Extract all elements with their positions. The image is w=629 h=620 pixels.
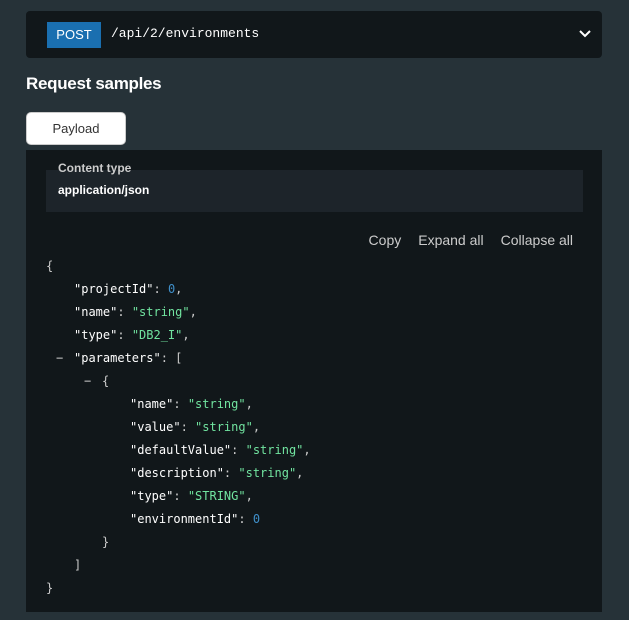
json-punctuation: : (117, 305, 132, 319)
json-punctuation: , (182, 328, 190, 342)
code-actions: Copy Expand all Collapse all (369, 232, 573, 248)
code-line: { (46, 255, 311, 278)
json-punctuation: , (245, 397, 253, 411)
collapse-toggle-icon[interactable]: − (84, 370, 91, 393)
json-key: "name" (74, 305, 118, 319)
tab-payload[interactable]: Payload (26, 112, 126, 145)
json-punctuation: , (189, 305, 197, 319)
code-line: } (46, 531, 311, 554)
collapse-toggle-icon[interactable]: − (56, 347, 63, 370)
endpoint-header[interactable]: POST /api/2/environments (26, 11, 602, 58)
expand-all-button[interactable]: Expand all (418, 232, 483, 248)
json-key: "value" (130, 420, 181, 434)
json-punctuation: : (180, 420, 196, 434)
json-key: "environmentId" (130, 512, 239, 526)
json-punctuation: , (303, 443, 311, 457)
code-line: "value": "string", (46, 416, 311, 439)
json-string-value: "string" (195, 420, 253, 434)
json-string-value: "string" (131, 305, 190, 319)
code-line: } (46, 577, 311, 600)
json-punctuation: { (102, 374, 110, 388)
code-line: "environmentId": 0 (46, 508, 311, 531)
code-line: "defaultValue": "string", (46, 439, 311, 462)
section-title: Request samples (26, 74, 162, 93)
content-type-value: application/json (58, 183, 150, 197)
json-punctuation: } (102, 535, 110, 549)
json-key: "type" (74, 328, 118, 342)
json-punctuation: : (231, 443, 246, 457)
collapse-all-button[interactable]: Collapse all (501, 232, 573, 248)
endpoint-path: /api/2/environments (111, 26, 260, 41)
json-punctuation: ] (74, 558, 82, 572)
code-line: "description": "string", (46, 462, 311, 485)
json-number-value: 0 (252, 512, 261, 526)
content-type-label: Content type (58, 161, 132, 175)
code-line: −{ (46, 370, 311, 393)
json-punctuation: , (245, 489, 253, 503)
json-punctuation: , (296, 466, 304, 480)
json-punctuation: : (238, 512, 253, 526)
code-line: "name": "string", (46, 301, 311, 324)
json-string-value: "string" (187, 397, 246, 411)
json-punctuation: , (175, 282, 183, 296)
chevron-down-icon[interactable] (578, 27, 592, 41)
json-punctuation: : (223, 466, 239, 480)
code-line: − "parameters": [ (46, 347, 311, 370)
http-method-badge: POST (47, 22, 101, 48)
sample-panel: Content type application/json Copy Expan… (26, 150, 602, 612)
json-key: "type" (130, 489, 174, 503)
json-punctuation: : (117, 328, 132, 342)
json-key: "projectId" (74, 282, 154, 296)
json-code-block: {"projectId": 0, "name": "string", "type":… (46, 255, 311, 600)
json-punctuation: } (46, 581, 54, 595)
json-punctuation: : (173, 397, 188, 411)
json-key: "parameters" (74, 351, 161, 365)
json-string-value: "DB2_I" (131, 328, 183, 342)
json-punctuation: : [ (160, 351, 183, 365)
json-key: "defaultValue" (130, 443, 232, 457)
json-key: "description" (130, 466, 224, 480)
code-line: "projectId": 0, (46, 278, 311, 301)
json-string-value: "string" (238, 466, 297, 480)
json-punctuation: : (173, 489, 188, 503)
json-key: "name" (130, 397, 174, 411)
code-line: "name": "string", (46, 393, 311, 416)
code-line: "type": "STRING", (46, 485, 311, 508)
copy-button[interactable]: Copy (369, 232, 402, 248)
code-line: "type": "DB2_I", (46, 324, 311, 347)
json-string-value: "string" (245, 443, 304, 457)
json-punctuation: , (252, 420, 261, 434)
code-line: ] (46, 554, 311, 577)
json-string-value: "STRING" (187, 489, 246, 503)
json-punctuation: { (46, 259, 54, 273)
json-punctuation: : (153, 282, 168, 296)
